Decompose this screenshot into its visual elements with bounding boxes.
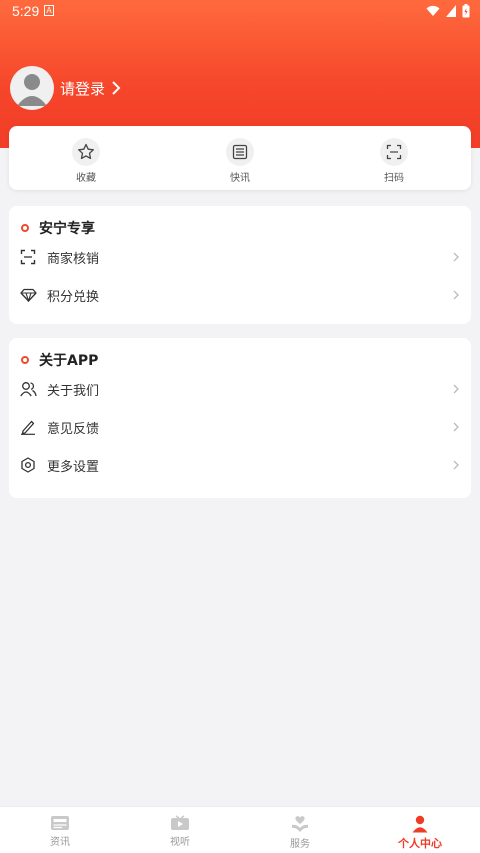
status-bar: 5:29 A	[0, 0, 480, 24]
quick-action-scan[interactable]: 扫码	[317, 126, 471, 190]
chevron-right-icon	[453, 460, 459, 470]
list-item-feedback[interactable]: 意见反馈	[9, 408, 471, 446]
chevron-right-icon	[453, 290, 459, 300]
list-item-label: 更多设置	[47, 459, 100, 475]
section-about-app: 关于APP 关于我们 意见反馈 更多设置	[9, 338, 471, 498]
pencil-icon	[21, 420, 35, 435]
section-header: 安宁专享	[21, 218, 471, 238]
list-item-label: 积分兑换	[47, 289, 100, 305]
list-item-merchant-verify[interactable]: 商家核销	[9, 238, 471, 276]
service-heart-icon	[292, 816, 308, 832]
section-header: 关于APP	[21, 350, 471, 370]
chevron-right-icon	[112, 81, 121, 95]
quick-action-label: 快讯	[230, 173, 250, 184]
signal-icon	[446, 5, 456, 17]
video-icon	[171, 815, 189, 830]
quick-action-flash-news[interactable]: 快讯	[163, 126, 317, 190]
status-notification-icon: A	[44, 5, 54, 16]
quick-action-label: 收藏	[76, 173, 96, 184]
wifi-icon	[426, 5, 440, 16]
section-anning-exclusive: 安宁专享 商家核销 积分兑换	[9, 206, 471, 324]
list-icon	[232, 144, 248, 160]
chevron-right-icon	[453, 422, 459, 432]
news-icon	[51, 816, 69, 830]
chevron-right-icon	[453, 384, 459, 394]
tab-label: 资讯	[50, 837, 70, 848]
star-icon	[78, 143, 94, 160]
default-avatar-icon	[17, 74, 47, 106]
scan-icon	[386, 144, 402, 160]
users-icon	[19, 382, 37, 397]
tab-label: 视听	[170, 837, 190, 848]
battery-icon	[462, 4, 470, 18]
status-icons	[426, 4, 470, 18]
login-label[interactable]: 请登录	[60, 78, 105, 99]
tab-label: 服务	[290, 839, 310, 850]
quick-actions-card: 收藏 快讯 扫码	[9, 126, 471, 190]
status-time: 5:29	[12, 3, 40, 19]
quick-action-label: 扫码	[384, 173, 404, 184]
person-icon	[412, 815, 428, 833]
list-item-more-settings[interactable]: 更多设置	[9, 446, 471, 484]
section-dot-icon	[21, 224, 29, 232]
list-item-label: 商家核销	[47, 251, 100, 267]
chevron-right-icon	[453, 252, 459, 262]
tab-personal-center[interactable]: 个人中心	[360, 807, 480, 853]
bottom-tab-bar: 资讯 视听 服务 个人中心	[0, 806, 480, 853]
quick-action-favorites[interactable]: 收藏	[9, 126, 163, 190]
settings-icon	[21, 457, 35, 473]
tab-label: 个人中心	[398, 837, 442, 850]
diamond-icon	[19, 288, 37, 302]
section-dot-icon	[21, 356, 29, 364]
tab-news[interactable]: 资讯	[0, 807, 120, 853]
scan-frame-icon	[20, 249, 36, 265]
section-title: 关于APP	[39, 353, 99, 369]
list-item-points-exchange[interactable]: 积分兑换	[9, 276, 471, 314]
list-item-label: 关于我们	[47, 383, 100, 399]
login-entry[interactable]: 请登录	[10, 66, 121, 110]
avatar[interactable]	[10, 66, 54, 110]
tab-audio-video[interactable]: 视听	[120, 807, 240, 853]
tab-services[interactable]: 服务	[240, 807, 360, 853]
section-title: 安宁专享	[39, 221, 95, 237]
list-item-about-us[interactable]: 关于我们	[9, 370, 471, 408]
list-item-label: 意见反馈	[47, 421, 100, 437]
